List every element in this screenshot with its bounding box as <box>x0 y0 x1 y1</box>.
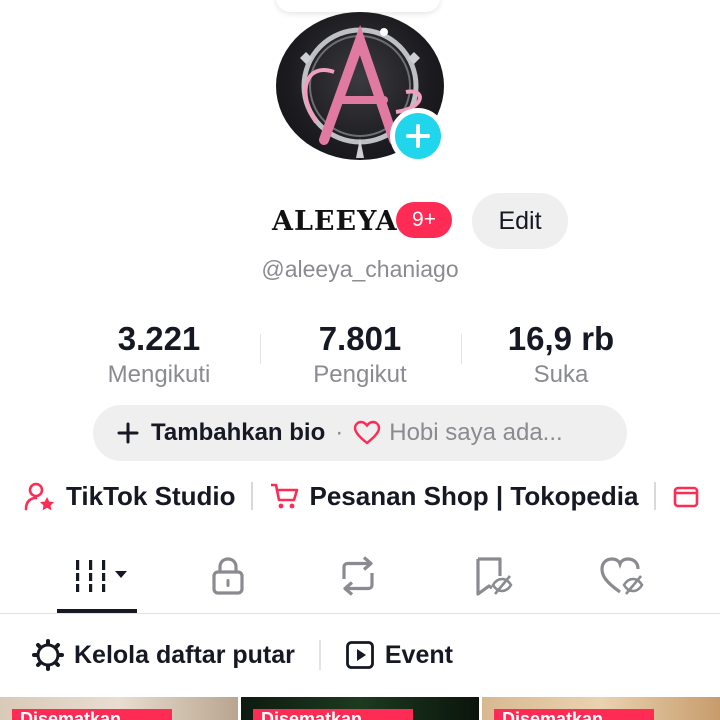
add-bio-button[interactable]: Tambahkan bio · Hobi saya ada... <box>93 405 627 461</box>
liked-hidden-icon <box>600 557 644 595</box>
gear-icon <box>32 639 64 671</box>
tool-divider <box>318 640 321 670</box>
tab-saved[interactable] <box>442 540 542 612</box>
tab-liked[interactable] <box>572 540 672 612</box>
plus-icon <box>395 113 441 159</box>
video-thumbnail[interactable]: Disematkan <box>0 697 238 720</box>
videos-grid-icon <box>74 560 127 592</box>
manage-playlist-label: Kelola daftar putar <box>74 640 295 669</box>
notification-badge[interactable]: 9+ <box>396 202 452 238</box>
manage-playlist-button[interactable]: Kelola daftar putar <box>32 639 295 671</box>
pinned-tag: Disematkan <box>12 709 172 720</box>
edit-profile-button[interactable]: Edit <box>472 193 568 249</box>
more-link-partial[interactable] <box>672 482 710 510</box>
tab-private[interactable] <box>178 540 278 612</box>
tab-reposts[interactable] <box>308 540 408 612</box>
tab-videos[interactable] <box>50 540 150 612</box>
shop-orders-label: Pesanan Shop | Tokopedia <box>309 480 639 511</box>
bio-separator: · <box>335 419 344 446</box>
shop-orders-link[interactable]: Pesanan Shop | Tokopedia <box>269 481 638 512</box>
username-handle: @aleeya_chaniago <box>261 256 459 282</box>
bookmark-hidden-icon <box>476 557 513 596</box>
tiktok-studio-link[interactable]: TikTok Studio <box>24 481 235 512</box>
active-tab-indicator <box>57 609 137 613</box>
playlist-tools-row: Kelola daftar putar Event <box>0 630 720 680</box>
video-grid: Disematkan Disematkan Disematkan <box>0 697 720 720</box>
plus-icon <box>117 422 139 444</box>
box-icon <box>674 486 699 508</box>
profile-links-row: TikTok Studio Pesanan Shop | Tokopedia <box>0 474 720 518</box>
chevron-down-icon <box>115 571 127 578</box>
bio-hint-text: Hobi saya ada... <box>389 419 563 446</box>
name-row: ALEEYA 9+ Edit <box>0 192 720 252</box>
stat-followers-value: 7.801 <box>318 320 402 357</box>
stat-followers[interactable]: 7.801 Pengikut <box>260 318 460 390</box>
event-button[interactable]: Event <box>345 640 453 670</box>
repost-icon <box>342 556 374 596</box>
tiktok-studio-label: TikTok Studio <box>66 480 236 511</box>
stat-following-value: 3.221 <box>117 320 201 357</box>
profile-name: ALEEYA <box>272 206 398 237</box>
heart-icon <box>354 420 381 445</box>
stat-followers-label: Pengikut <box>313 361 407 388</box>
link-divider <box>251 482 254 510</box>
stat-following-label: Mengikuti <box>107 361 211 388</box>
video-thumbnail[interactable]: Disematkan <box>482 697 720 720</box>
stat-likes[interactable]: 16,9 rb Suka <box>461 318 661 390</box>
avatar-container[interactable] <box>276 12 446 164</box>
play-square-icon <box>345 641 374 669</box>
shopping-cart-icon <box>271 483 299 509</box>
link-divider <box>654 482 657 510</box>
tooltip-bubble <box>276 0 440 12</box>
stat-following[interactable]: 3.221 Mengikuti <box>59 318 259 390</box>
add-avatar-button[interactable] <box>390 108 446 164</box>
person-star-icon <box>24 482 54 511</box>
stat-likes-value: 16,9 rb <box>507 320 615 357</box>
add-bio-label: Tambahkan bio <box>151 419 326 446</box>
stats-row: 3.221 Mengikuti 7.801 Pengikut 16,9 rb S… <box>0 318 720 392</box>
pinned-tag: Disematkan <box>253 709 413 720</box>
lock-icon <box>212 557 244 595</box>
event-label: Event <box>384 640 453 669</box>
stat-likes-label: Suka <box>533 361 589 388</box>
content-tabs <box>0 540 720 614</box>
video-thumbnail[interactable]: Disematkan <box>241 697 479 720</box>
pinned-tag: Disematkan <box>494 709 654 720</box>
